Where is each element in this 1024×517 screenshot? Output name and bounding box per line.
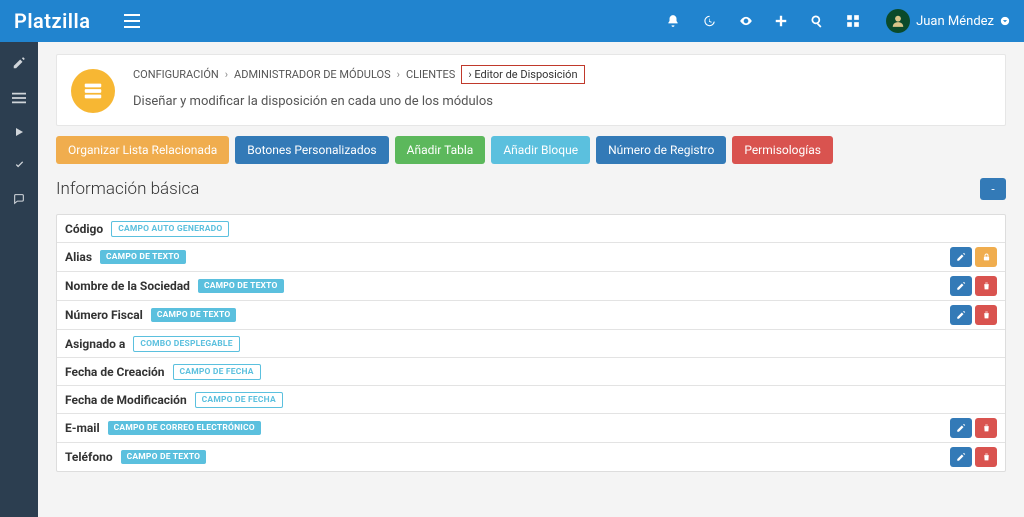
field-row[interactable]: Código CAMPO AUTO GENERADO bbox=[57, 215, 1005, 243]
delete-field-button[interactable] bbox=[975, 305, 997, 325]
eye-icon[interactable] bbox=[738, 14, 774, 28]
delete-field-button[interactable] bbox=[975, 418, 997, 438]
bell-icon[interactable] bbox=[666, 14, 702, 28]
field-type-tag: CAMPO DE FECHA bbox=[195, 392, 283, 408]
edit-field-button[interactable] bbox=[950, 447, 972, 467]
user-menu[interactable]: Juan Méndez bbox=[882, 9, 1024, 33]
organize-button[interactable]: Organizar Lista Relacionada bbox=[56, 136, 229, 164]
breadcrumb-item[interactable]: CLIENTES bbox=[406, 68, 455, 81]
sidebar-edit-icon[interactable] bbox=[12, 56, 26, 70]
permissions-button[interactable]: Permisologías bbox=[732, 136, 833, 164]
lock-field-button[interactable] bbox=[975, 247, 997, 267]
search-icon[interactable] bbox=[810, 14, 846, 28]
add-table-button[interactable]: Añadir Tabla bbox=[395, 136, 486, 164]
field-label: Alias bbox=[65, 250, 92, 264]
field-type-tag: CAMPO DE TEXTO bbox=[151, 308, 237, 322]
edit-field-button[interactable] bbox=[950, 247, 972, 267]
edit-field-button[interactable] bbox=[950, 418, 972, 438]
delete-field-button[interactable] bbox=[975, 447, 997, 467]
edit-field-button[interactable] bbox=[950, 305, 972, 325]
edit-field-button[interactable] bbox=[950, 276, 972, 296]
custom-buttons-button[interactable]: Botones Personalizados bbox=[235, 136, 388, 164]
field-row[interactable]: E-mail CAMPO DE CORREO ELECTRÓNICO bbox=[57, 414, 1005, 443]
module-icon bbox=[71, 69, 115, 113]
sidebar-play-icon[interactable] bbox=[13, 126, 25, 138]
field-type-tag: CAMPO DE FECHA bbox=[173, 364, 261, 380]
field-row[interactable]: Teléfono CAMPO DE TEXTO bbox=[57, 443, 1005, 471]
field-type-tag: CAMPO AUTO GENERADO bbox=[111, 221, 229, 237]
plus-icon[interactable] bbox=[774, 14, 810, 28]
chevron-down-icon bbox=[1000, 16, 1010, 26]
add-block-button[interactable]: Añadir Bloque bbox=[491, 136, 590, 164]
field-row[interactable]: Número Fiscal CAMPO DE TEXTO bbox=[57, 301, 1005, 330]
breadcrumb-current: › Editor de Disposición bbox=[461, 65, 584, 84]
breadcrumb-item[interactable]: ADMINISTRADOR DE MÓDULOS bbox=[234, 68, 391, 81]
record-number-button[interactable]: Número de Registro bbox=[596, 136, 726, 164]
app-logo[interactable]: Platzilla bbox=[0, 9, 114, 33]
field-label: Fecha de Modificación bbox=[65, 393, 187, 407]
menu-toggle-icon[interactable] bbox=[114, 14, 150, 28]
user-name: Juan Méndez bbox=[916, 14, 994, 29]
avatar bbox=[886, 9, 910, 33]
field-label: Teléfono bbox=[65, 450, 113, 464]
collapse-button[interactable]: - bbox=[980, 178, 1006, 200]
page-subtitle: Diseñar y modificar la disposición en ca… bbox=[133, 94, 991, 109]
field-row[interactable]: Asignado a COMBO DESPLEGABLE bbox=[57, 330, 1005, 358]
field-label: Código bbox=[65, 222, 103, 236]
field-row[interactable]: Alias CAMPO DE TEXTO bbox=[57, 243, 1005, 272]
field-type-tag: COMBO DESPLEGABLE bbox=[133, 336, 239, 352]
delete-field-button[interactable] bbox=[975, 276, 997, 296]
field-row[interactable]: Fecha de Modificación CAMPO DE FECHA bbox=[57, 386, 1005, 414]
field-label: Asignado a bbox=[65, 337, 125, 351]
sidebar-check-icon[interactable] bbox=[13, 160, 26, 171]
field-label: E-mail bbox=[65, 421, 100, 435]
field-type-tag: CAMPO DE CORREO ELECTRÓNICO bbox=[108, 421, 261, 435]
field-row[interactable]: Fecha de Creación CAMPO DE FECHA bbox=[57, 358, 1005, 386]
field-label: Fecha de Creación bbox=[65, 365, 165, 379]
field-type-tag: CAMPO DE TEXTO bbox=[121, 450, 207, 464]
breadcrumb-item[interactable]: CONFIGURACIÓN bbox=[133, 68, 219, 81]
breadcrumb: CONFIGURACIÓN › ADMINISTRADOR DE MÓDULOS… bbox=[133, 65, 991, 84]
field-row[interactable]: Nombre de la Sociedad CAMPO DE TEXTO bbox=[57, 272, 1005, 301]
grid-icon[interactable] bbox=[846, 14, 882, 28]
section-title: Información básica bbox=[56, 179, 980, 199]
field-type-tag: CAMPO DE TEXTO bbox=[100, 250, 186, 264]
sidebar-chat-icon[interactable] bbox=[12, 193, 26, 206]
field-label: Nombre de la Sociedad bbox=[65, 279, 190, 293]
history-icon[interactable] bbox=[702, 14, 738, 28]
field-label: Número Fiscal bbox=[65, 308, 143, 322]
sidebar-list-icon[interactable] bbox=[12, 92, 26, 104]
field-type-tag: CAMPO DE TEXTO bbox=[198, 279, 284, 293]
